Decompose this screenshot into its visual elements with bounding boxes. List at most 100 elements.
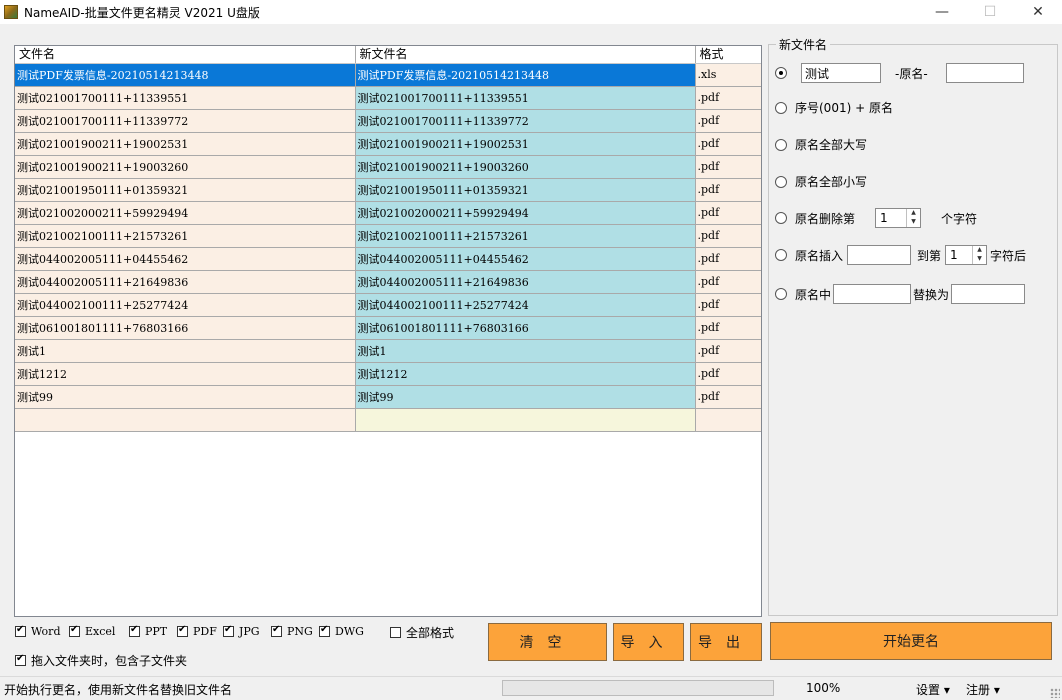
cell-format[interactable]: .pdf xyxy=(695,385,761,409)
option-sequence[interactable]: 序号(001) + 原名 xyxy=(775,99,893,116)
cell-format[interactable]: .pdf xyxy=(695,178,761,202)
radio-replace[interactable] xyxy=(775,288,787,300)
table-row[interactable]: 测试044002005111+04455462 测试044002005111+04… xyxy=(15,247,761,271)
option-insert[interactable]: 原名插入 到第 1 ▲ ▼ 字符后 xyxy=(775,245,1026,265)
option-delete-chars[interactable]: 原名删除第 1 ▲ ▼ 个字符 xyxy=(775,208,977,228)
radio-delete-chars[interactable] xyxy=(775,212,787,224)
option-replace[interactable]: 原名中 替换为 xyxy=(775,284,1026,304)
export-button[interactable]: 导出 xyxy=(690,623,762,661)
radio-uppercase[interactable] xyxy=(775,138,787,151)
cell-filename[interactable]: 测试021001900211+19002531 xyxy=(15,132,356,156)
cell-format[interactable]: .pdf xyxy=(695,132,761,156)
insert-text-input[interactable] xyxy=(847,245,912,265)
table-row[interactable]: 测试021002000211+59929494 测试021002000211+59… xyxy=(15,201,761,225)
filter-pdf-checkbox[interactable] xyxy=(177,624,188,637)
prefix-input[interactable] xyxy=(801,63,881,83)
cell-new-filename[interactable]: 测试1212 xyxy=(355,362,696,386)
register-menu[interactable]: 注册 ▾ xyxy=(966,681,1000,698)
cell-filename[interactable]: 测试044002100111+25277424 xyxy=(15,293,356,317)
filter-png-checkbox[interactable] xyxy=(271,624,282,637)
cell-filename[interactable]: 测试021002100111+21573261 xyxy=(15,224,356,248)
cell-filename[interactable]: 测试1 xyxy=(15,339,356,363)
column-header-filename[interactable]: 文件名 xyxy=(15,46,356,64)
cell-filename[interactable]: 测试021001700111+11339772 xyxy=(15,109,356,133)
table-row[interactable]: 测试021001900211+19002531 测试021001900211+19… xyxy=(15,132,761,156)
cell-format[interactable]: .pdf xyxy=(695,224,761,248)
cell-format[interactable]: .pdf xyxy=(695,155,761,179)
cell-new-filename[interactable]: 测试021001900211+19002531 xyxy=(355,132,696,156)
cell-new-filename[interactable]: 测试021002000211+59929494 xyxy=(355,201,696,225)
column-header-format[interactable]: 格式 xyxy=(695,46,761,64)
table-row[interactable]: 测试021001700111+11339551 测试021001700111+11… xyxy=(15,86,761,110)
cell-filename[interactable]: 测试1212 xyxy=(15,362,356,386)
cell-new-filename[interactable]: 测试044002005111+21649836 xyxy=(355,270,696,294)
cell-new-filename[interactable]: 测试044002005111+04455462 xyxy=(355,247,696,271)
resize-grip-icon[interactable] xyxy=(1050,688,1060,698)
filter-jpg-checkbox[interactable] xyxy=(223,624,234,637)
filter-ppt-checkbox[interactable] xyxy=(129,624,140,637)
filter-excel[interactable]: Excel xyxy=(69,624,115,638)
cell-format[interactable]: .pdf xyxy=(695,362,761,386)
cell-format[interactable]: .pdf xyxy=(695,339,761,363)
include-subfolders[interactable]: 拖入文件夹时，包含子文件夹 xyxy=(15,652,187,669)
cell-filename[interactable]: 测试021001950111+01359321 xyxy=(15,178,356,202)
table-row[interactable]: 测试021002100111+21573261 测试021002100111+21… xyxy=(15,224,761,248)
insert-position-stepper[interactable]: 1 ▲ ▼ xyxy=(945,245,988,265)
table-row[interactable]: 测试PDF发票信息-20210514213448 测试PDF发票信息-202105… xyxy=(15,63,761,87)
stepper-up-icon[interactable]: ▲ xyxy=(973,246,986,255)
filter-jpg[interactable]: JPG xyxy=(223,624,260,638)
cell-format[interactable]: .pdf xyxy=(695,201,761,225)
table-row[interactable]: 测试021001700111+11339772 测试021001700111+11… xyxy=(15,109,761,133)
table-row[interactable]: 测试061001801111+76803166 测试061001801111+76… xyxy=(15,316,761,340)
start-rename-button[interactable]: 开始更名 xyxy=(770,622,1052,660)
radio-sequence[interactable] xyxy=(775,101,787,114)
radio-lowercase[interactable] xyxy=(775,175,787,188)
cell-format[interactable]: .xls xyxy=(695,63,761,87)
filter-dwg[interactable]: DWG xyxy=(319,624,364,638)
cell-format[interactable]: .pdf xyxy=(695,293,761,317)
cell-new-filename[interactable]: 测试021001950111+01359321 xyxy=(355,178,696,202)
table-row[interactable]: 测试99 测试99 .pdf xyxy=(15,385,761,409)
suffix-input[interactable] xyxy=(945,63,1024,83)
cell-new-filename[interactable]: 测试021001700111+11339772 xyxy=(355,109,696,133)
cell-new-filename[interactable]: 测试PDF发票信息-20210514213448 xyxy=(355,63,696,87)
cell-filename[interactable]: 测试021001900211+19003260 xyxy=(15,155,356,179)
filter-dwg-checkbox[interactable] xyxy=(319,624,330,637)
cell-filename[interactable]: 测试021002000211+59929494 xyxy=(15,201,356,225)
cell-filename[interactable] xyxy=(15,408,356,432)
cell-filename[interactable]: 测试044002005111+21649836 xyxy=(15,270,356,294)
cell-filename[interactable]: 测试021001700111+11339551 xyxy=(15,86,356,110)
stepper-down-icon[interactable]: ▼ xyxy=(973,255,986,264)
filter-word-checkbox[interactable] xyxy=(15,624,26,637)
import-button[interactable]: 导入 xyxy=(613,623,684,661)
cell-format[interactable]: .pdf xyxy=(695,86,761,110)
cell-new-filename[interactable]: 测试021001700111+11339551 xyxy=(355,86,696,110)
option-uppercase[interactable]: 原名全部大写 xyxy=(775,136,867,153)
table-row[interactable] xyxy=(15,408,761,432)
table-row[interactable]: 测试021001900211+19003260 测试021001900211+19… xyxy=(15,155,761,179)
cell-filename[interactable]: 测试PDF发票信息-20210514213448 xyxy=(15,63,356,87)
replace-from-input[interactable] xyxy=(833,284,912,304)
table-row[interactable]: 测试1 测试1 .pdf xyxy=(15,339,761,363)
maximize-button[interactable]: ☐ xyxy=(966,0,1014,24)
filter-pdf[interactable]: PDF xyxy=(177,624,217,638)
cell-new-filename[interactable]: 测试99 xyxy=(355,385,696,409)
delete-count-stepper[interactable]: 1 ▲ ▼ xyxy=(875,208,922,228)
stepper-up-icon[interactable]: ▲ xyxy=(907,209,920,218)
cell-new-filename[interactable] xyxy=(355,408,696,432)
option-lowercase[interactable]: 原名全部小写 xyxy=(775,173,867,190)
file-grid[interactable]: 文件名 新文件名 格式 测试PDF发票信息-20210514213448 测试PD… xyxy=(14,45,762,617)
minimize-button[interactable]: — xyxy=(918,0,966,24)
stepper-down-icon[interactable]: ▼ xyxy=(907,218,920,227)
cell-format[interactable]: .pdf xyxy=(695,316,761,340)
radio-prefix-suffix[interactable] xyxy=(775,67,787,79)
cell-new-filename[interactable]: 测试1 xyxy=(355,339,696,363)
clear-button[interactable]: 清空 xyxy=(488,623,607,661)
filter-word[interactable]: Word xyxy=(15,624,60,638)
replace-to-input[interactable] xyxy=(951,284,1026,304)
filter-png[interactable]: PNG xyxy=(271,624,313,638)
cell-filename[interactable]: 测试044002005111+04455462 xyxy=(15,247,356,271)
table-row[interactable]: 测试044002100111+25277424 测试044002100111+25… xyxy=(15,293,761,317)
table-row[interactable]: 测试1212 测试1212 .pdf xyxy=(15,362,761,386)
column-header-new-filename[interactable]: 新文件名 xyxy=(355,46,696,64)
